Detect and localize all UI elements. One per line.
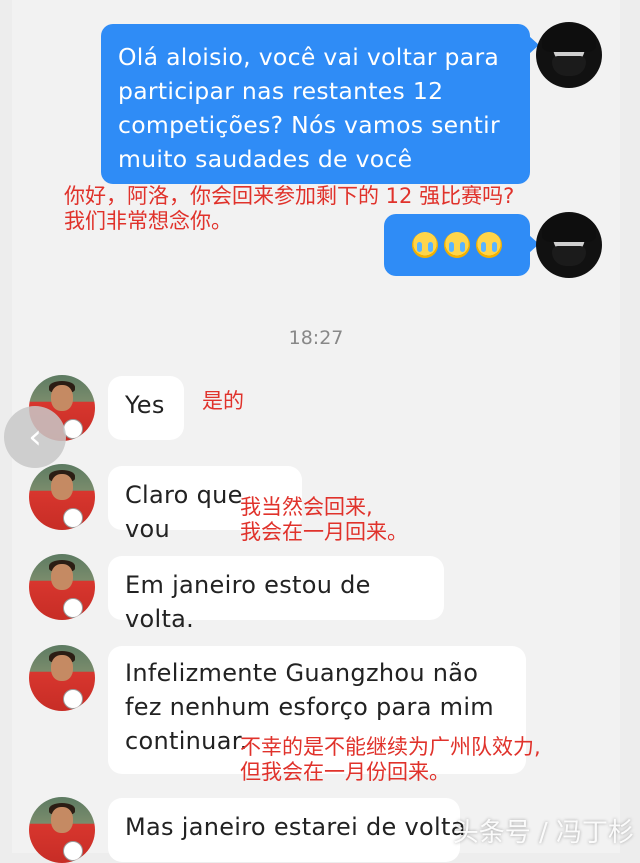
my-avatar[interactable] [536,212,602,278]
translation-3-line-1: 我当然会回来, [240,495,373,519]
football-icon [63,419,83,439]
received-message-1-text: Yes [125,391,165,419]
avatar-face [51,474,73,500]
received-message-2-text: Claro que vou [125,481,243,543]
translation-1-line-2: 我们非常想念你。 [64,209,232,233]
avatar-face [51,385,73,411]
back-button[interactable]: ‹ [4,406,66,468]
chevron-left-icon: ‹ [28,417,42,457]
avatar-face [51,564,73,590]
crying-face-icon [412,232,438,258]
watermark: 头条号 / 冯丁杉 [452,818,634,848]
contact-avatar[interactable] [29,464,95,530]
contact-avatar[interactable] [29,554,95,620]
football-icon [63,508,83,528]
avatar-face [51,655,73,681]
football-icon [63,841,83,861]
translation-1-line-1: 你好，阿洛，你会回来参加剩下的 12 强比赛吗? [64,184,515,208]
message-timestamp: 18:27 [288,327,344,349]
contact-avatar[interactable] [29,645,95,711]
avatar-mask [552,246,586,266]
translation-2: 是的 [202,389,244,413]
sent-message-1[interactable]: Olá aloisio, você vai voltar para partic… [101,24,530,184]
received-message-3[interactable]: Em janeiro estou de volta. [108,556,444,633]
received-message-5-text: Mas janeiro estarei de volta [125,813,466,841]
crying-face-icon [444,232,470,258]
translation-4-line-2: 但我会在一月份回来。 [240,760,450,784]
avatar-hair [542,214,596,242]
received-message-5[interactable]: Mas janeiro estarei de volta [108,798,465,862]
sent-message-2[interactable] [384,214,530,276]
received-message-3-text: Em janeiro estou de volta. [125,571,371,633]
translation-4-line-1: 不幸的是不能继续为广州队效力, [240,735,541,759]
football-icon [63,598,83,618]
received-message-1[interactable]: Yes [108,376,184,440]
chat-screen: Olá aloisio, você vai voltar para partic… [12,0,620,863]
sent-message-1-text: Olá aloisio, você vai voltar para partic… [118,43,500,173]
contact-avatar[interactable] [29,797,95,863]
avatar-mask [552,56,586,76]
football-icon [63,689,83,709]
avatar-face [51,807,73,833]
crying-face-icon [476,232,502,258]
translation-3-line-2: 我会在一月回来。 [240,520,408,544]
avatar-hair [542,24,596,52]
my-avatar[interactable] [536,22,602,88]
